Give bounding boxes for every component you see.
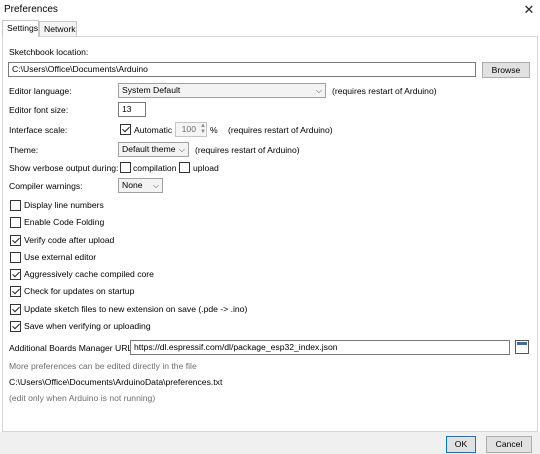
verbose-upload-label: upload bbox=[193, 163, 219, 173]
spinner-arrows-icon[interactable]: ▲ ▼ bbox=[200, 123, 206, 135]
option-checkbox[interactable] bbox=[10, 269, 21, 280]
editor-language-value: System Default bbox=[122, 85, 181, 95]
interface-scale-value: 100 bbox=[181, 124, 196, 134]
ok-button[interactable]: OK bbox=[446, 436, 476, 453]
option-label: Save when verifying or uploading bbox=[24, 321, 151, 331]
option-label: Aggressively cache compiled core bbox=[24, 269, 154, 279]
verbose-compilation-label: compilation bbox=[133, 163, 177, 173]
option-checkbox[interactable] bbox=[10, 217, 21, 228]
browse-button[interactable]: Browse bbox=[482, 62, 530, 78]
option-checkbox[interactable] bbox=[10, 321, 21, 332]
option-checkbox[interactable] bbox=[10, 252, 21, 263]
cancel-button[interactable]: Cancel bbox=[486, 436, 532, 453]
editor-language-label: Editor language: bbox=[9, 86, 72, 96]
sketchbook-location-input[interactable]: C:\Users\Office\Documents\Arduino bbox=[8, 62, 476, 77]
option-label: Update sketch files to new extension on … bbox=[24, 304, 248, 314]
theme-value: Default theme bbox=[122, 144, 176, 154]
footer-bar: OK Cancel bbox=[0, 432, 540, 454]
interface-scale-unit: % bbox=[210, 125, 218, 135]
option-checkbox[interactable] bbox=[10, 286, 21, 297]
compiler-warnings-select[interactable]: None ⌵ bbox=[118, 178, 163, 193]
verbose-compilation-checkbox[interactable] bbox=[120, 162, 131, 173]
editor-language-note: (requires restart of Arduino) bbox=[332, 86, 437, 96]
automatic-scale-checkbox[interactable] bbox=[120, 124, 131, 135]
theme-select[interactable]: Default theme ⌵ bbox=[118, 142, 189, 157]
tab-settings[interactable]: Settings bbox=[2, 20, 39, 37]
sketchbook-label: Sketchbook location: bbox=[9, 47, 89, 57]
editor-language-select[interactable]: System Default ⌵ bbox=[118, 83, 326, 98]
chevron-down-icon: ⌵ bbox=[315, 86, 322, 95]
more-preferences-note: More preferences can be edited directly … bbox=[9, 361, 197, 371]
window-icon-titlebar bbox=[517, 342, 527, 345]
chevron-down-icon: ⌵ bbox=[152, 181, 159, 190]
option-checkbox[interactable] bbox=[10, 200, 21, 211]
window-icon[interactable] bbox=[515, 340, 529, 354]
theme-note: (requires restart of Arduino) bbox=[195, 145, 300, 155]
verbose-output-label: Show verbose output during: bbox=[9, 163, 119, 173]
font-size-input[interactable]: 13 bbox=[118, 102, 146, 117]
compiler-warnings-label: Compiler warnings: bbox=[9, 181, 83, 191]
option-label: Check for updates on startup bbox=[24, 286, 135, 296]
interface-scale-note: (requires restart of Arduino) bbox=[228, 125, 333, 135]
option-label: Display line numbers bbox=[24, 200, 104, 210]
title-bar: Preferences ✕ bbox=[0, 0, 540, 20]
boards-manager-url-input[interactable]: https://dl.espressif.com/dl/package_esp3… bbox=[130, 340, 510, 355]
option-label: Verify code after upload bbox=[24, 235, 115, 245]
window-title: Preferences bbox=[4, 4, 58, 15]
compiler-warnings-value: None bbox=[122, 180, 143, 190]
preferences-file-path: C:\Users\Office\Documents\ArduinoData\pr… bbox=[9, 377, 223, 387]
option-label: Use external editor bbox=[24, 252, 97, 262]
interface-scale-label: Interface scale: bbox=[9, 125, 68, 135]
edit-only-note: (edit only when Arduino is not running) bbox=[9, 393, 156, 403]
tab-network[interactable]: Network bbox=[39, 21, 77, 37]
automatic-scale-label: Automatic bbox=[134, 125, 173, 135]
option-label: Enable Code Folding bbox=[24, 217, 105, 227]
boards-manager-label: Additional Boards Manager URLs: bbox=[9, 343, 139, 353]
chevron-down-icon: ⌵ bbox=[178, 145, 185, 154]
close-icon[interactable]: ✕ bbox=[521, 2, 537, 18]
font-size-label: Editor font size: bbox=[9, 105, 69, 115]
theme-label: Theme: bbox=[9, 145, 39, 155]
option-checkbox[interactable] bbox=[10, 235, 21, 246]
verbose-upload-checkbox[interactable] bbox=[179, 162, 190, 173]
option-checkbox[interactable] bbox=[10, 304, 21, 315]
